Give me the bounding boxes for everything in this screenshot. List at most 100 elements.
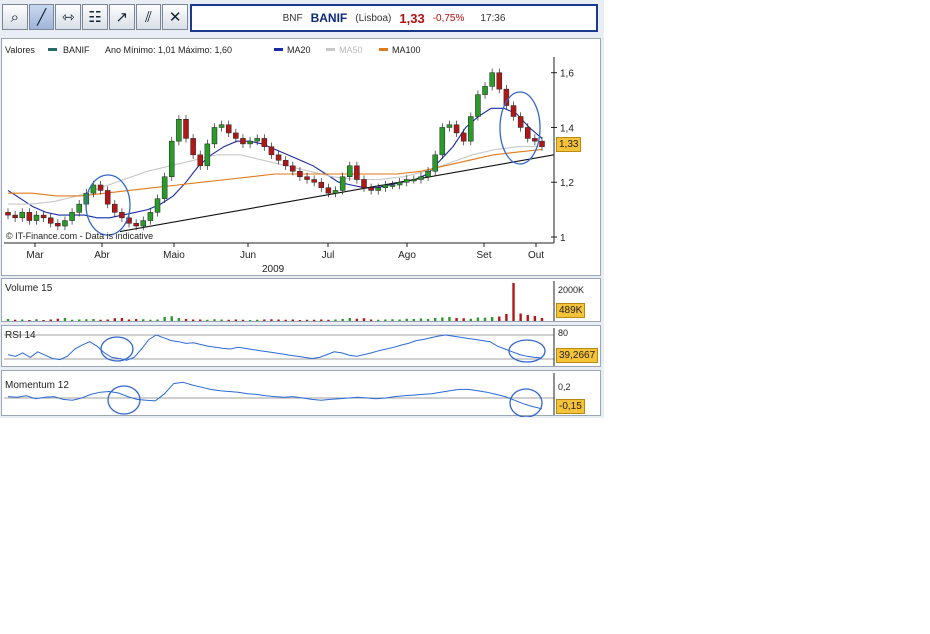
candle — [475, 94, 481, 117]
candle — [460, 132, 467, 142]
current-price-tag: 1,33 — [556, 137, 582, 152]
volume-bar — [284, 319, 287, 321]
candle — [318, 181, 325, 188]
candle — [375, 187, 381, 191]
candle — [112, 203, 118, 213]
annotation-circle — [107, 385, 141, 415]
candle — [282, 160, 289, 167]
candle — [169, 140, 175, 178]
volume-bar — [206, 319, 209, 321]
volume-bar — [476, 317, 480, 321]
volume-bar — [35, 319, 38, 321]
x-tick-label: Set — [476, 250, 491, 261]
volume-bar — [13, 319, 17, 321]
legend-values: Valores — [5, 45, 35, 55]
candle — [183, 118, 189, 139]
candle — [176, 118, 182, 142]
price-panel[interactable]: Valores BANIF Ano Mínimo: 1,01 Máximo: 1… — [1, 38, 601, 276]
candle — [468, 116, 474, 142]
candle — [19, 212, 25, 219]
volume-bar — [184, 319, 188, 321]
candle — [261, 138, 268, 147]
momentum-panel[interactable]: Momentum 12 0,2 -0,15 — [1, 370, 601, 418]
candle — [539, 140, 545, 147]
volume-bar — [256, 319, 259, 321]
delete-icon[interactable]: ✕ — [162, 4, 189, 30]
volume-bar — [448, 317, 451, 321]
horizontal-line-icon[interactable]: ⇿ — [55, 4, 82, 30]
volume-panel[interactable]: Volume 15 2000K 489K — [1, 278, 601, 322]
legend-ma50: MA50 — [339, 45, 363, 55]
candle — [297, 171, 303, 178]
volume-bar — [199, 319, 202, 321]
candle — [354, 165, 360, 180]
candle — [154, 198, 161, 213]
y-tick-label: 1,6 — [560, 69, 574, 80]
volume-bar — [426, 319, 430, 321]
candle — [12, 214, 18, 219]
legend-ma20-swatch — [274, 48, 283, 51]
candle — [510, 105, 517, 117]
candle — [97, 184, 104, 191]
x-tick-label: Mar — [26, 250, 44, 261]
quote-time: 17:36 — [480, 12, 506, 24]
candle — [211, 127, 218, 145]
y-tick-label: 1,2 — [560, 178, 574, 189]
candle — [432, 154, 438, 172]
quote-header: BNF BANIF (Lisboa) 1,33 -0,75% 17:36 — [190, 4, 598, 32]
candle — [62, 220, 68, 227]
volume-tag: 489K — [556, 303, 586, 318]
candle — [446, 124, 453, 128]
x-tick-label: Jul — [322, 250, 335, 261]
trend-line-icon[interactable]: ↗ — [108, 4, 135, 30]
volume-bar — [263, 319, 266, 321]
volume-bar — [49, 319, 52, 321]
volume-bar — [441, 317, 444, 321]
volume-bar — [85, 319, 88, 321]
volume-bar — [369, 319, 373, 321]
volume-bar — [434, 318, 437, 321]
volume-bar — [519, 313, 522, 321]
draw-line-icon[interactable]: ╱ — [28, 4, 55, 30]
momentum-chart: Momentum 12 0,2 — [4, 373, 571, 418]
volume-bar — [177, 318, 181, 321]
volume-bar — [277, 319, 280, 321]
volume-bar — [320, 319, 323, 321]
candle — [47, 217, 54, 224]
indicators-icon[interactable]: ☷ — [82, 4, 108, 30]
volume-bar — [56, 318, 60, 321]
parallel-lines-icon[interactable]: ⫽ — [135, 4, 162, 30]
legend-range: Ano Mínimo: 1,01 Máximo: 1,60 — [105, 45, 232, 55]
candle — [268, 146, 275, 156]
volume-bar — [6, 319, 10, 321]
candle — [190, 138, 196, 156]
volume-bar — [241, 319, 245, 321]
volume-bar — [291, 319, 294, 321]
volume-bar — [213, 319, 216, 321]
volume-bar — [149, 319, 152, 321]
volume-bar — [127, 319, 131, 321]
y-ticks: 1,6 1,4 1,2 1 — [551, 69, 574, 244]
rsi-circles — [100, 336, 546, 363]
x-tick-label: Jun — [240, 250, 256, 261]
zoom-in-icon[interactable]: ⌕ — [2, 4, 28, 30]
volume-bar — [505, 314, 508, 321]
volume-bar — [191, 319, 195, 321]
candle — [55, 223, 61, 227]
volume-bar — [462, 318, 465, 321]
candle — [90, 184, 97, 194]
y-tick-label: 1,4 — [560, 123, 574, 134]
watermark: © IT-Finance.com - Data is indicative — [6, 231, 153, 241]
volume-bar — [99, 319, 102, 321]
volume-bar — [42, 320, 45, 321]
volume-bar — [483, 317, 487, 321]
candle — [332, 190, 339, 194]
rsi-tick: 80 — [558, 328, 568, 338]
candle — [218, 124, 225, 128]
rsi-panel[interactable]: RSI 14 80 39,2667 — [1, 325, 601, 367]
volume-bar — [170, 316, 173, 321]
volume-bar — [469, 318, 472, 321]
candle — [389, 184, 396, 187]
volume-bar — [341, 319, 344, 321]
momentum-line — [7, 381, 543, 410]
